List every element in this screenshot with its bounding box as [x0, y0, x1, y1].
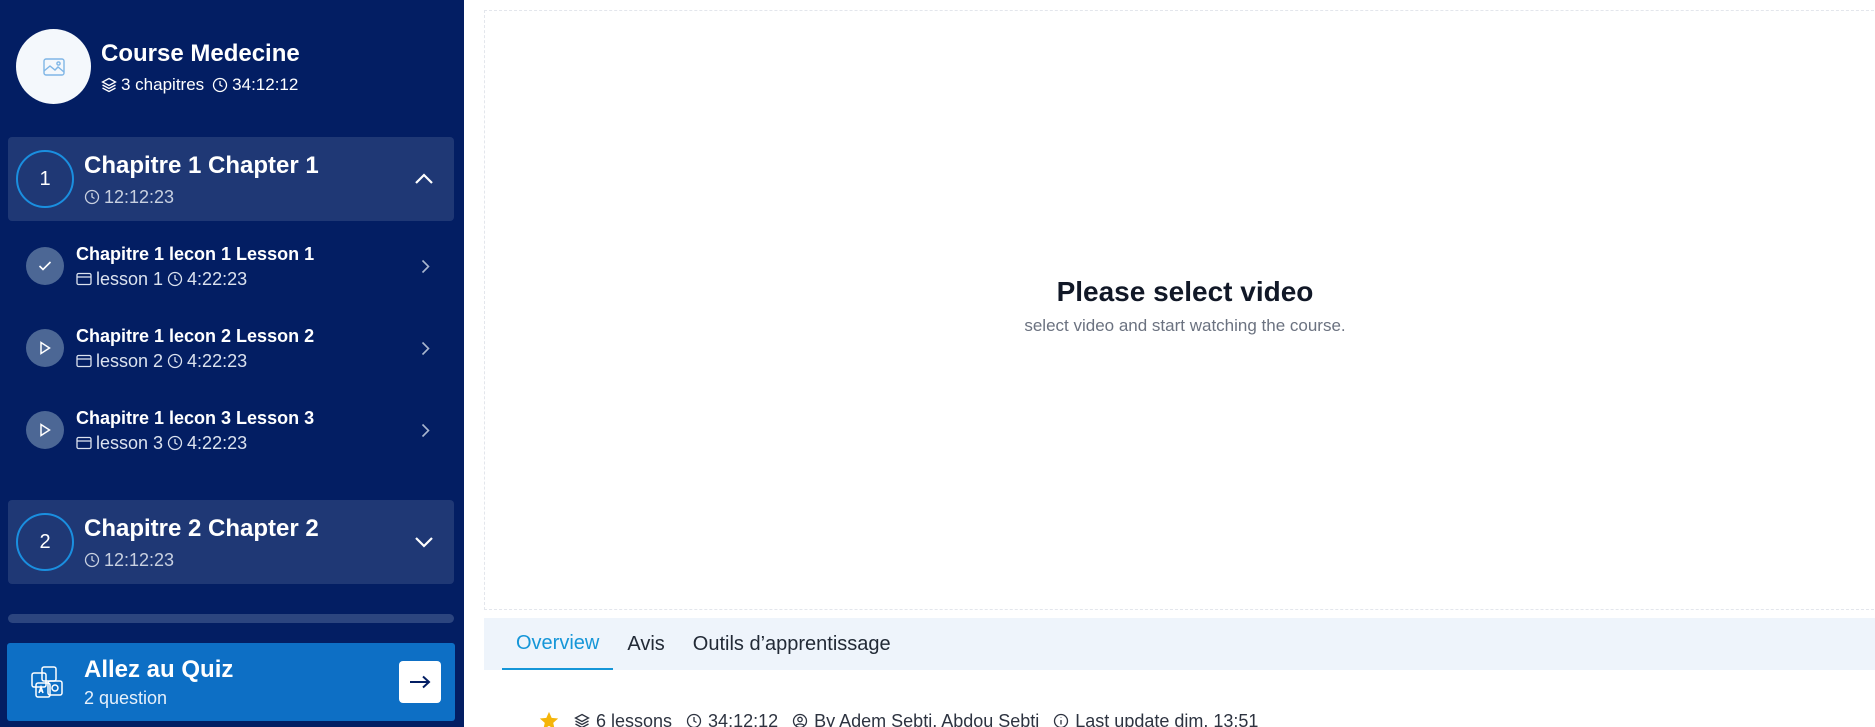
chevron-right-icon [410, 259, 440, 274]
course-info-row: 6 lessons 34:12:12 By Adem Sebti, Abdou … [538, 710, 1258, 727]
lesson-meta: lesson 2 4:22:23 [76, 351, 410, 372]
lesson-title: Chapitre 1 lecon 1 Lesson 1 [76, 243, 315, 264]
course-sidebar: Course Medecine 3 chapitres 34:12:12 1 C… [0, 0, 464, 727]
star-icon [538, 710, 560, 727]
sidebar-scrollbar[interactable] [8, 614, 454, 623]
quiz-icon [27, 662, 67, 702]
lesson-title: Chapitre 1 lecon 2 Lesson 2 [76, 325, 315, 346]
course-header: Course Medecine 3 chapitres 34:12:12 [16, 29, 300, 104]
clock-icon [84, 552, 100, 568]
chapter-title: Chapitre 2 Chapter 2 [84, 514, 319, 542]
lesson-duration: 4:22:23 [187, 350, 248, 371]
chapter-duration-row: 12:12:23 [84, 187, 404, 208]
lesson-title: Chapitre 1 lecon 3 Lesson 3 [76, 407, 315, 428]
quiz-title: Allez au Quiz [84, 655, 234, 683]
card-icon [76, 436, 92, 450]
chapter-duration-row: 12:12:23 [84, 550, 404, 571]
lesson-meta: lesson 1 4:22:23 [76, 269, 410, 290]
course-meta: 3 chapitres 34:12:12 [101, 75, 300, 95]
card-icon [76, 272, 92, 286]
course-title: Course Medecine [101, 39, 300, 67]
empty-state: Please select video select video and sta… [485, 276, 1875, 336]
lesson-item[interactable]: Chapitre 1 lecon 2 Lesson 2 lesson 2 4:2… [8, 309, 454, 387]
image-icon [42, 57, 65, 76]
layers-icon [101, 77, 117, 93]
chapter-number: 2 [16, 513, 74, 571]
layers-icon [574, 713, 590, 727]
course-thumbnail [16, 29, 91, 104]
lesson-meta: lesson 3 4:22:23 [76, 433, 410, 454]
quiz-question-count: 2 question [84, 687, 168, 708]
lesson-type: lesson 3 [96, 432, 164, 453]
lesson-type: lesson 2 [96, 350, 164, 371]
chapter-duration: 12:12:23 [104, 186, 175, 207]
tab-avis[interactable]: Avis [613, 618, 678, 670]
clock-icon [686, 713, 702, 727]
lesson-duration: 4:22:23 [187, 268, 248, 289]
chapter-title: Chapitre 1 Chapter 1 [84, 151, 319, 179]
tab-overview[interactable]: Overview [502, 618, 614, 670]
empty-state-subtitle: select video and start watching the cour… [1024, 316, 1346, 335]
empty-state-title: Please select video [1056, 276, 1314, 307]
info-author-text: By Adem Sebti, Abdou Sebti [814, 710, 1040, 727]
info-icon [1053, 713, 1069, 727]
chapter-duration: 12:12:23 [104, 549, 175, 570]
info-duration: 34:12:12 [686, 711, 778, 727]
chevron-right-icon [410, 341, 440, 356]
course-chapters-count: 3 chapitres [121, 74, 205, 94]
user-icon [792, 713, 808, 727]
tab-learning-tools[interactable]: Outils d’apprentissage [679, 618, 905, 670]
clock-icon [167, 435, 183, 451]
lesson-item[interactable]: Chapitre 1 lecon 1 Lesson 1 lesson 1 4:2… [8, 227, 454, 305]
chapter-2-header[interactable]: 2 Chapitre 2 Chapter 2 12:12:23 [8, 500, 454, 584]
clock-icon [84, 189, 100, 205]
info-author: By Adem Sebti, Abdou Sebti [792, 711, 1039, 727]
info-last-update: Last update dim. 13:51 [1053, 711, 1258, 727]
info-lessons-text: 6 lessons [596, 710, 673, 727]
play-icon [26, 411, 64, 449]
info-last-update-text: Last update dim. 13:51 [1075, 710, 1259, 727]
chapter-number: 1 [16, 150, 74, 208]
course-tabs: Overview Avis Outils d’apprentissage [484, 618, 1875, 670]
lesson-type: lesson 1 [96, 268, 164, 289]
info-lessons: 6 lessons [574, 711, 672, 727]
card-icon [76, 354, 92, 368]
info-duration-text: 34:12:12 [708, 710, 779, 727]
arrow-right-icon[interactable] [399, 661, 441, 703]
chapter-1-header[interactable]: 1 Chapitre 1 Chapter 1 12:12:23 [8, 137, 454, 221]
chevron-up-icon[interactable] [404, 173, 444, 185]
course-duration: 34:12:12 [232, 74, 299, 94]
video-player-placeholder: Please select video select video and sta… [484, 10, 1875, 610]
clock-icon [167, 353, 183, 369]
quiz-button[interactable]: Allez au Quiz 2 question [7, 643, 455, 721]
clock-icon [212, 77, 228, 93]
play-icon [26, 329, 64, 367]
check-icon [26, 247, 64, 285]
lesson-item[interactable]: Chapitre 1 lecon 3 Lesson 3 lesson 3 4:2… [8, 391, 454, 469]
lesson-duration: 4:22:23 [187, 432, 248, 453]
clock-icon [167, 271, 183, 287]
chevron-right-icon [410, 423, 440, 438]
chevron-down-icon[interactable] [404, 536, 444, 548]
